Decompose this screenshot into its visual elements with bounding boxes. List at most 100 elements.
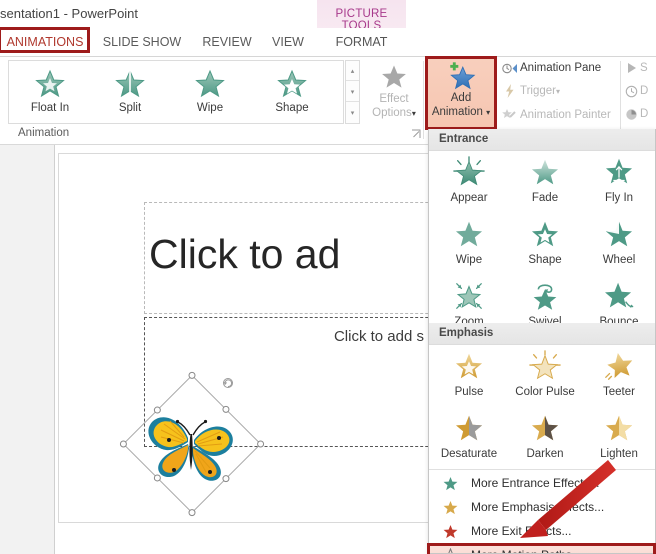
effect-wipe[interactable]: Wipe bbox=[431, 213, 507, 275]
appear-star-icon bbox=[452, 155, 486, 194]
effect-darken[interactable]: Darken bbox=[507, 407, 583, 469]
shape-star-icon bbox=[275, 67, 309, 106]
rotate-handle-icon[interactable] bbox=[223, 378, 233, 388]
gallery-more-button[interactable]: ▾ bbox=[346, 103, 359, 123]
add-animation-highlight-box bbox=[425, 56, 497, 130]
emphasis-effects-grid: Pulse Color Pulse Teeter Desaturate Dark… bbox=[429, 345, 655, 469]
add-animation-dropdown-menu[interactable]: Entrance Appear Fade Fly In Wipe Shape W… bbox=[428, 129, 656, 554]
animation-painter-button[interactable]: Animation Painter bbox=[520, 109, 611, 121]
effect-desaturate[interactable]: Desaturate bbox=[431, 407, 507, 469]
clock-icon bbox=[625, 85, 638, 101]
gallery-item-float-in[interactable]: Float In bbox=[11, 65, 89, 121]
effect-options-label-line2: Options▾ bbox=[372, 107, 416, 119]
color-pulse-star-icon bbox=[528, 349, 562, 388]
animation-painter-icon bbox=[502, 108, 517, 124]
wipe-star-icon bbox=[193, 67, 227, 106]
pulse-star-icon bbox=[452, 349, 486, 388]
split-star-icon bbox=[113, 67, 147, 106]
powerpoint-window: sentation1 - PowerPoint PICTURE TOOLS AN… bbox=[0, 0, 656, 554]
desaturate-star-icon bbox=[452, 411, 486, 450]
wipe-star-icon bbox=[452, 217, 486, 256]
slide-thumbnail-pane[interactable] bbox=[0, 145, 55, 554]
gray-star-icon bbox=[379, 62, 409, 97]
window-title: sentation1 - PowerPoint bbox=[0, 6, 139, 21]
tab-format[interactable]: FORMAT bbox=[317, 28, 406, 56]
motion-paths-highlight-box bbox=[427, 543, 656, 554]
gallery-item-label: Wipe bbox=[196, 102, 224, 114]
effect-shape[interactable]: Shape bbox=[507, 213, 583, 275]
group-divider-2 bbox=[620, 61, 621, 139]
effect-options-label-line1: Effect bbox=[379, 93, 409, 105]
effect-fly-in[interactable]: Fly In bbox=[581, 151, 655, 213]
gallery-scroll-down-button[interactable]: ▾ bbox=[346, 82, 359, 102]
trigger-button[interactable]: Trigger▾ bbox=[520, 85, 560, 97]
effect-wheel[interactable]: Wheel bbox=[581, 213, 655, 275]
effect-label: Teeter bbox=[603, 386, 635, 398]
effect-appear[interactable]: Appear bbox=[431, 151, 507, 213]
gallery-scroll-up-button[interactable]: ▴ bbox=[346, 61, 359, 81]
effect-options-button[interactable]: Effect Options▾ bbox=[366, 60, 422, 126]
gallery-item-label: Float In bbox=[30, 102, 70, 114]
effect-color-pulse[interactable]: Color Pulse bbox=[507, 345, 583, 407]
chevron-down-icon: ▾ bbox=[411, 109, 416, 118]
timing-duration-label[interactable]: D bbox=[640, 85, 648, 97]
gallery-item-label: Split bbox=[118, 102, 142, 114]
timing-delay-label[interactable]: D bbox=[640, 108, 648, 120]
swivel-star-icon bbox=[528, 279, 562, 318]
menu-more-entrance-effects[interactable]: More Entrance Effects... bbox=[429, 473, 655, 494]
shape-star-icon bbox=[528, 217, 562, 256]
menu-label: More Emphasis Effects... bbox=[471, 500, 605, 514]
animation-group-label: Animation bbox=[18, 127, 70, 139]
gallery-scroll-buttons[interactable]: ▴ ▾ ▾ bbox=[345, 60, 360, 124]
effect-label: Appear bbox=[450, 192, 488, 204]
gallery-item-shape[interactable]: Shape bbox=[253, 65, 331, 121]
effect-lighten[interactable]: Lighten bbox=[581, 407, 655, 469]
effect-label: Fade bbox=[531, 192, 559, 204]
animation-pane-button[interactable]: Animation Pane bbox=[520, 62, 601, 74]
effect-teeter[interactable]: Teeter bbox=[581, 345, 655, 407]
darken-star-icon bbox=[528, 411, 562, 450]
fade-star-icon bbox=[528, 155, 562, 194]
tab-slide-show[interactable]: SLIDE SHOW bbox=[96, 28, 188, 56]
effect-label: Wipe bbox=[455, 254, 483, 266]
effect-label: Darken bbox=[526, 448, 564, 460]
tab-view[interactable]: VIEW bbox=[264, 28, 312, 56]
menu-more-exit-effects[interactable]: More Exit Effects... bbox=[429, 521, 655, 544]
animation-pane-icon bbox=[502, 62, 518, 78]
menu-label: More Entrance Effects... bbox=[471, 476, 600, 490]
float-in-star-icon bbox=[33, 67, 67, 106]
fly-in-star-icon bbox=[602, 155, 636, 194]
menu-more-emphasis-effects[interactable]: More Emphasis Effects... bbox=[429, 497, 655, 520]
butterfly-rotated-group bbox=[104, 356, 279, 531]
timing-start-label[interactable]: S bbox=[640, 62, 648, 74]
red-star-icon bbox=[443, 524, 458, 544]
teeter-star-icon bbox=[602, 349, 636, 388]
dropdown-section-header-entrance: Entrance bbox=[429, 129, 655, 151]
effect-pulse[interactable]: Pulse bbox=[431, 345, 507, 407]
butterfly-image-object[interactable] bbox=[117, 370, 266, 518]
emphasis-header-label: Emphasis bbox=[439, 327, 494, 339]
group-divider-1 bbox=[423, 61, 424, 139]
entrance-effects-grid: Appear Fade Fly In Wipe Shape Wheel Zoom… bbox=[429, 151, 655, 337]
bounce-star-icon bbox=[602, 279, 636, 318]
effect-fade[interactable]: Fade bbox=[507, 151, 583, 213]
dropdown-divider bbox=[429, 469, 655, 470]
gallery-item-split[interactable]: Split bbox=[91, 65, 169, 121]
dialog-launcher-icon[interactable] bbox=[411, 129, 421, 139]
delay-clock-icon bbox=[625, 108, 638, 124]
tab-review[interactable]: REVIEW bbox=[196, 28, 258, 56]
animation-gallery[interactable]: Float In Split Wipe Shape bbox=[8, 60, 344, 124]
menu-label: More Exit Effects... bbox=[471, 524, 572, 538]
gallery-item-wipe[interactable]: Wipe bbox=[171, 65, 249, 121]
lighten-star-icon bbox=[602, 411, 636, 450]
effect-label: Pulse bbox=[454, 386, 484, 398]
animations-tab-highlight-box bbox=[0, 27, 90, 53]
effect-label: Fly In bbox=[604, 192, 634, 204]
gold-star-icon bbox=[443, 500, 458, 520]
effect-label: Lighten bbox=[600, 448, 638, 460]
butterfly-graphic bbox=[148, 417, 233, 481]
effect-label: Wheel bbox=[602, 254, 636, 266]
effect-label: Color Pulse bbox=[515, 386, 575, 398]
effect-label: Desaturate bbox=[440, 448, 498, 460]
trigger-lightning-icon bbox=[504, 84, 516, 101]
